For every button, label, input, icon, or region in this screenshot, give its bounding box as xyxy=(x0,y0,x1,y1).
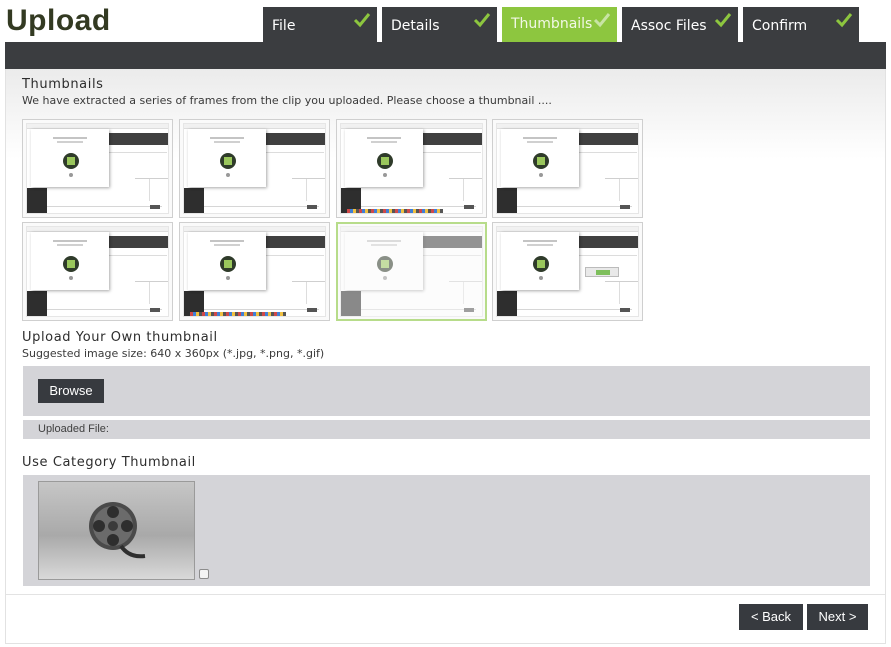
tab-file[interactable]: File xyxy=(263,7,377,43)
frame-preview xyxy=(26,226,169,317)
thumbnails-description: We have extracted a series of frames fro… xyxy=(22,94,552,107)
tab-details-label: Details xyxy=(391,18,440,34)
frame-preview xyxy=(183,226,326,317)
thumbnails-heading: Thumbnails xyxy=(22,77,104,92)
frame-preview xyxy=(496,123,639,214)
thumbnail-frame-4[interactable] xyxy=(492,119,643,218)
tab-assoc-files-label: Assoc Files xyxy=(631,18,707,34)
frame-preview xyxy=(340,226,483,317)
tab-thumbnails[interactable]: Thumbnails xyxy=(502,7,617,43)
thumbnail-frame-1[interactable] xyxy=(22,119,173,218)
frame-preview xyxy=(183,123,326,214)
check-icon xyxy=(714,11,732,29)
category-thumbnail-area xyxy=(23,475,870,586)
page-title: Upload xyxy=(6,4,111,37)
thumbnail-frame-5[interactable] xyxy=(22,222,173,321)
tab-assoc-files[interactable]: Assoc Files xyxy=(622,7,738,43)
check-icon xyxy=(353,11,371,29)
check-icon xyxy=(593,11,611,29)
frame-preview xyxy=(26,123,169,214)
check-icon xyxy=(473,11,491,29)
uploaded-file-label: Uploaded File: xyxy=(23,420,870,439)
check-icon xyxy=(835,11,853,29)
frame-preview xyxy=(340,123,483,214)
frame-preview xyxy=(496,226,639,317)
category-thumbnail[interactable] xyxy=(38,481,195,580)
back-button[interactable]: < Back xyxy=(739,604,803,630)
tab-confirm-label: Confirm xyxy=(752,18,808,34)
browse-button[interactable]: Browse xyxy=(38,379,104,403)
thumbnail-frame-8[interactable] xyxy=(492,222,643,321)
header-bar xyxy=(5,42,886,69)
tab-thumbnails-label: Thumbnails xyxy=(511,16,593,32)
tab-details[interactable]: Details xyxy=(382,7,497,43)
main-panel: Thumbnails We have extracted a series of… xyxy=(5,69,886,644)
category-thumbnail-checkbox[interactable] xyxy=(199,569,209,579)
thumbnail-frame-7-selected[interactable] xyxy=(336,222,487,321)
divider xyxy=(6,594,885,595)
film-reel-icon xyxy=(89,502,146,559)
upload-area: Browse xyxy=(23,366,870,416)
thumbnail-frame-6[interactable] xyxy=(179,222,330,321)
tab-file-label: File xyxy=(272,18,296,34)
thumbnail-frame-3[interactable] xyxy=(336,119,487,218)
upload-hint: Suggested image size: 640 x 360px (*.jpg… xyxy=(22,347,325,360)
thumbnail-frame-2[interactable] xyxy=(179,119,330,218)
category-heading: Use Category Thumbnail xyxy=(22,455,196,470)
tab-confirm[interactable]: Confirm xyxy=(743,7,859,43)
next-button[interactable]: Next > xyxy=(807,604,868,630)
step-tabs: File Details Thumbnails Assoc Files Conf… xyxy=(263,7,864,43)
upload-heading: Upload Your Own thumbnail xyxy=(22,330,218,345)
